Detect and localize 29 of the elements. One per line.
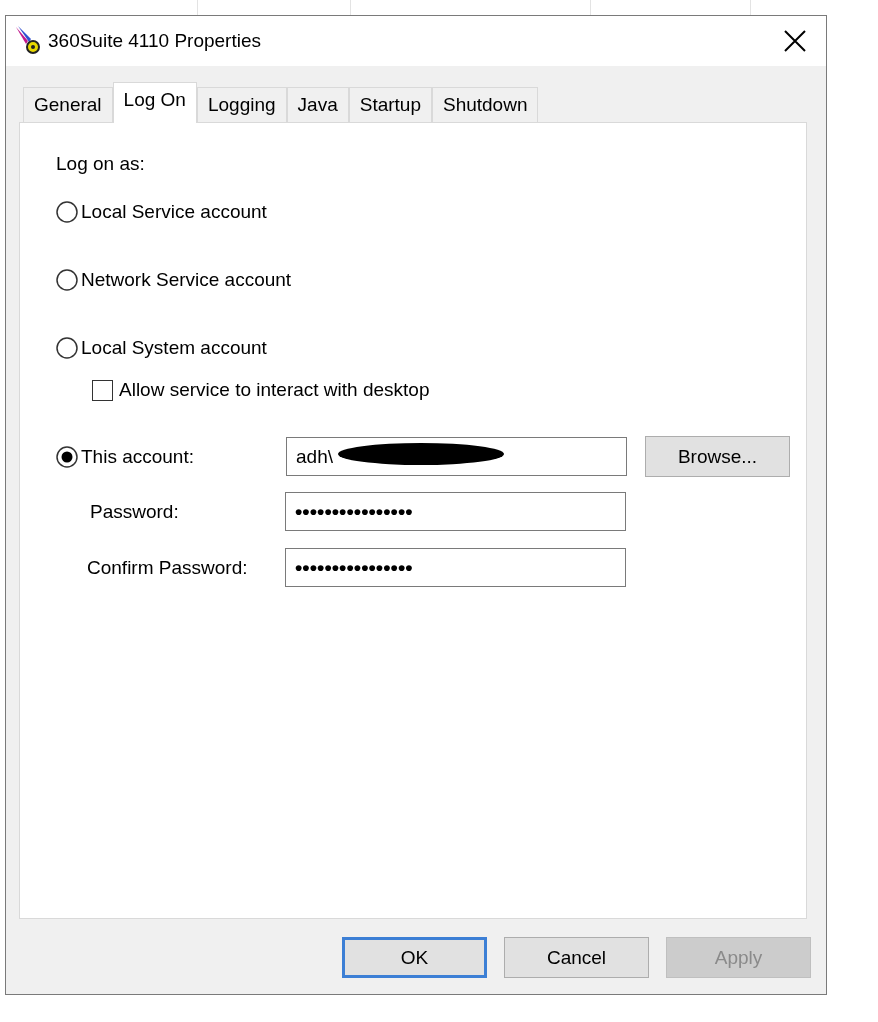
radio-label[interactable]: Local Service account <box>81 201 267 223</box>
tab[interactable]: Logging <box>196 87 287 122</box>
radio-button[interactable] <box>56 445 78 468</box>
radio-button[interactable] <box>56 201 78 223</box>
tab[interactable]: Startup <box>348 87 432 122</box>
radio-label[interactable]: Local System account <box>81 337 267 359</box>
checkbox[interactable] <box>92 379 113 401</box>
field-label: Password: <box>90 500 180 523</box>
radio-label[interactable]: Network Service account <box>81 269 292 291</box>
password-field[interactable]: •••••••••••••••• <box>285 492 626 531</box>
radio-button[interactable] <box>56 337 78 359</box>
tab[interactable]: General <box>23 87 113 122</box>
account-field[interactable]: adh\ <box>286 437 627 476</box>
section-label: Log on as: <box>56 153 146 175</box>
field-label: Confirm Password: <box>87 556 249 579</box>
close-icon[interactable] <box>784 30 806 52</box>
password-field[interactable]: •••••••••••••••• <box>285 548 626 587</box>
radio-button[interactable] <box>56 269 78 291</box>
tab[interactable]: Java <box>286 87 349 122</box>
tab[interactable]: Log On <box>112 82 197 123</box>
dialog-button[interactable]: OK <box>342 937 487 978</box>
browse-button[interactable]: Browse... <box>645 436 790 477</box>
app-icon <box>14 25 42 57</box>
radio-label[interactable]: This account: <box>81 445 194 468</box>
tab[interactable]: Shutdown <box>431 87 539 122</box>
dialog-button[interactable]: Cancel <box>504 937 649 978</box>
checkbox-label[interactable]: Allow service to interact with desktop <box>119 379 430 401</box>
window-title: 360Suite 4110 Properties <box>48 30 262 52</box>
field-value: adh\ <box>296 445 333 468</box>
